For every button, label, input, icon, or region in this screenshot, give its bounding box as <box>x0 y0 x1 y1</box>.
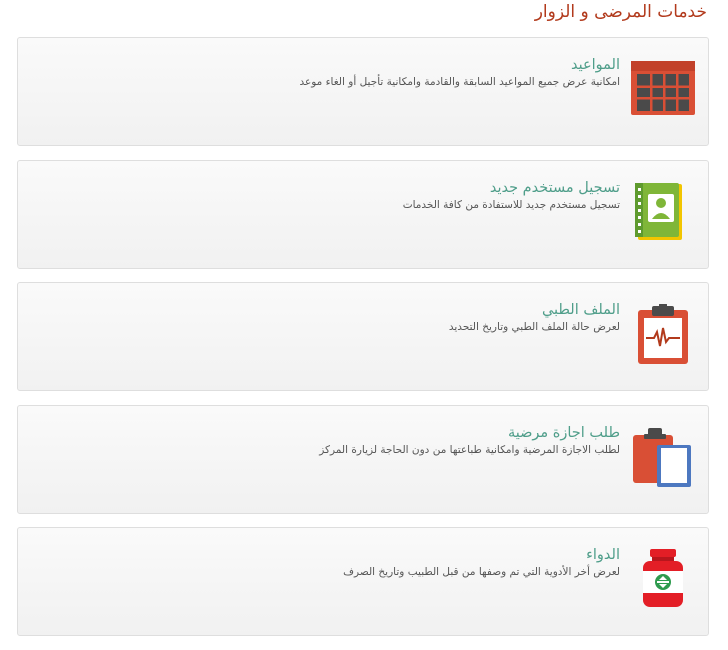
page-title: خدمات المرضى و الزوار <box>534 2 707 22</box>
service-text: طلب اجازة مرضية لطلب الاجازة المرضية وام… <box>28 425 620 456</box>
service-card-medical-file[interactable]: الملف الطبي لعرض حالة الملف الطبي وتاريخ… <box>17 282 709 391</box>
service-text: الملف الطبي لعرض حالة الملف الطبي وتاريخ… <box>28 302 620 333</box>
service-title: تسجيل مستخدم جديد <box>489 179 620 196</box>
service-title: الدواء <box>586 547 620 563</box>
service-card-register[interactable]: تسجيل مستخدم جديد تسجيل مستخدم جديد للاس… <box>17 159 709 269</box>
address-book-icon <box>630 182 696 242</box>
service-title: طلب اجازة مرضية <box>507 424 620 441</box>
service-card-sick-leave[interactable]: طلب اجازة مرضية لطلب الاجازة المرضية وام… <box>17 404 709 514</box>
service-description: لعرض حالة الملف الطبي وتاريخ التحديد <box>448 321 620 333</box>
clipboard-paper-icon <box>630 427 696 487</box>
service-description: امكانية عرض جميع المواعيد السابقة والقاد… <box>299 76 620 88</box>
service-title: المواعيد <box>571 57 620 73</box>
service-description: تسجيل مستخدم جديد للاستفادة من كافة الخد… <box>402 198 620 211</box>
service-text: الدواء لعرض أخر الأدوية التي تم وصفها من… <box>28 547 620 578</box>
service-description: لطلب الاجازة المرضية وامكانية طباعتها من… <box>319 443 620 456</box>
medical-clipboard-icon <box>630 304 696 364</box>
medicine-bottle-icon <box>630 549 696 609</box>
service-text: المواعيد امكانية عرض جميع المواعيد الساب… <box>28 57 620 88</box>
calendar-table-icon <box>630 59 696 119</box>
service-title: الملف الطبي <box>541 302 620 318</box>
service-description: لعرض أخر الأدوية التي تم وصفها من قبل ال… <box>343 566 620 578</box>
service-text: تسجيل مستخدم جديد تسجيل مستخدم جديد للاس… <box>28 180 620 211</box>
service-card-medication[interactable]: الدواء لعرض أخر الأدوية التي تم وصفها من… <box>17 527 709 636</box>
service-list: المواعيد امكانية عرض جميع المواعيد الساب… <box>17 37 709 650</box>
service-card-appointments[interactable]: المواعيد امكانية عرض جميع المواعيد الساب… <box>17 37 709 146</box>
